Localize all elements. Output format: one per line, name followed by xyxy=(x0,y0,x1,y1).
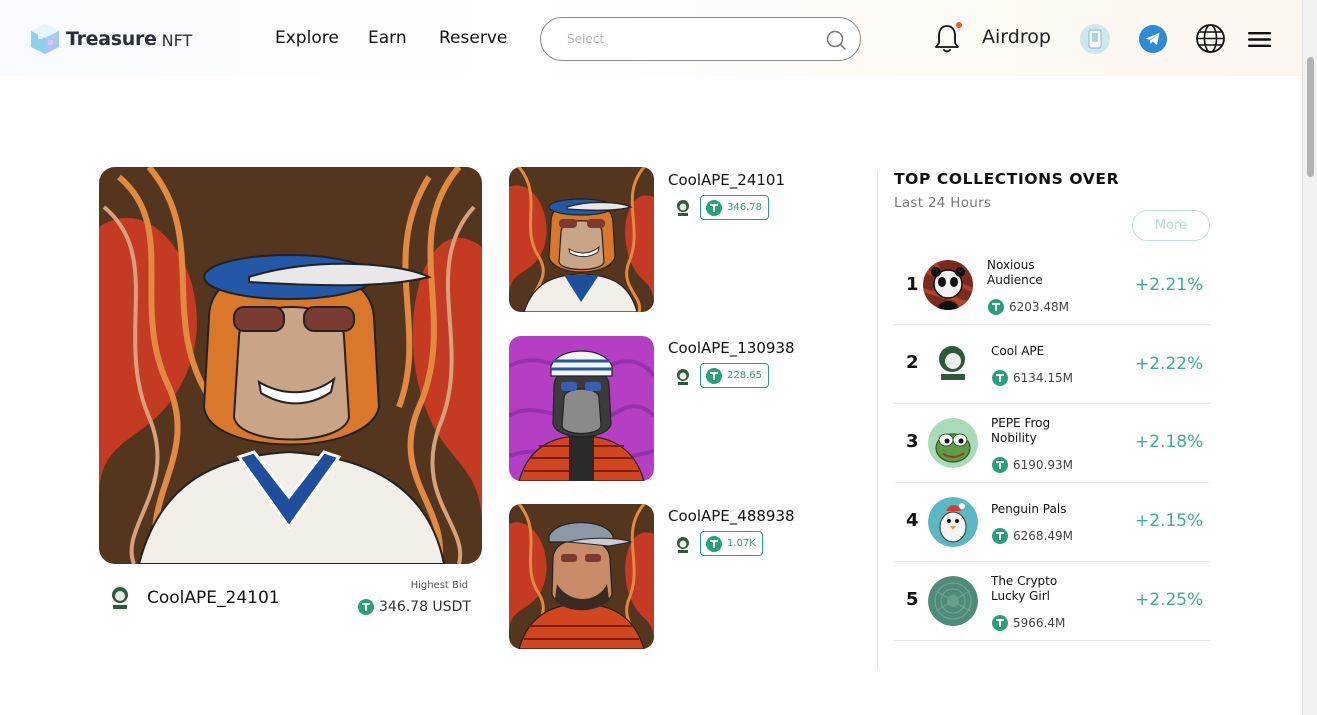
collection-avatar xyxy=(928,418,978,468)
collection-name[interactable]: Penguin Pals xyxy=(991,502,1081,517)
volume-value: 6203.48M xyxy=(1009,300,1069,314)
collection-avatar xyxy=(923,260,973,310)
telegram-icon[interactable] xyxy=(1139,25,1167,53)
usdt-icon xyxy=(358,599,374,615)
nft-name[interactable]: CoolAPE_130938 xyxy=(668,339,795,357)
collection-name[interactable]: Noxious Audience xyxy=(987,258,1077,288)
collection-name[interactable]: The Crypto Lucky Girl xyxy=(991,574,1081,604)
collection-row[interactable]: 3 PEPE Frog Nobility 6190.93M +2.18% xyxy=(894,404,1210,483)
highest-bid-amount: 346.78 USDT xyxy=(379,599,471,615)
search-box[interactable] xyxy=(540,17,861,61)
rank-number: 3 xyxy=(906,431,919,452)
owner-avatar[interactable] xyxy=(104,582,136,614)
logo-suffix: NFT xyxy=(161,31,193,50)
creator-avatar xyxy=(672,366,694,388)
usdt-icon xyxy=(992,615,1008,631)
top-collections-title: TOP COLLECTIONS OVER xyxy=(894,170,1120,188)
creator-avatar xyxy=(672,534,694,556)
change-percent: +2.25% xyxy=(1135,590,1204,610)
top-nav-bar: Treasure NFT Explore Earn Reserve Airdro… xyxy=(0,0,1302,76)
collection-volume: 6268.49M xyxy=(992,528,1073,544)
featured-nft-image[interactable] xyxy=(99,167,482,564)
collection-name[interactable]: Cool APE xyxy=(991,344,1081,359)
volume-value: 5966.4M xyxy=(1013,616,1066,630)
usdt-icon xyxy=(992,457,1008,473)
price-badge: 346.78 xyxy=(700,195,769,220)
volume-value: 6268.49M xyxy=(1013,529,1073,543)
bell-icon[interactable] xyxy=(932,22,962,54)
treasure-logo[interactable]: Treasure NFT xyxy=(28,22,192,56)
change-percent: +2.21% xyxy=(1135,275,1204,295)
nav-earn[interactable]: Earn xyxy=(368,28,407,48)
nft-thumbnail[interactable] xyxy=(509,336,654,481)
rank-number: 2 xyxy=(906,352,919,373)
change-percent: +2.15% xyxy=(1135,511,1204,531)
price-badge: 1.07K xyxy=(700,531,763,556)
collection-volume: 6190.93M xyxy=(992,457,1073,473)
collection-row[interactable]: 1 Noxious Audience 6203.48M +2.21% xyxy=(894,246,1210,325)
creator-avatar xyxy=(672,197,694,219)
wallet-icon[interactable] xyxy=(1080,24,1110,54)
collection-volume: 5966.4M xyxy=(992,615,1065,631)
search-icon[interactable] xyxy=(825,29,847,51)
hamburger-menu-icon[interactable] xyxy=(1248,31,1271,48)
section-divider xyxy=(877,170,878,670)
nft-price: 1.07K xyxy=(727,538,756,549)
nft-name[interactable]: CoolAPE_488938 xyxy=(668,507,795,525)
change-percent: +2.22% xyxy=(1135,354,1204,374)
nft-thumbnail[interactable] xyxy=(509,504,654,649)
highest-bid-label: Highest Bid xyxy=(410,580,468,591)
collection-row[interactable]: 5 The Crypto Lucky Girl 5966.4M +2.25% xyxy=(894,562,1210,641)
usdt-icon xyxy=(706,535,722,552)
change-percent: +2.18% xyxy=(1135,432,1204,452)
collection-volume: 6134.15M xyxy=(992,370,1073,386)
nft-price: 228.65 xyxy=(727,370,762,381)
globe-icon[interactable] xyxy=(1195,23,1226,54)
logo-text: Treasure xyxy=(66,28,157,50)
rank-number: 5 xyxy=(906,589,919,610)
nav-explore[interactable]: Explore xyxy=(275,28,339,48)
collection-row[interactable]: 4 Penguin Pals 6268.49M +2.15% xyxy=(894,483,1210,562)
search-input[interactable] xyxy=(567,29,807,49)
rank-number: 4 xyxy=(906,510,919,531)
top-collections-subtitle: Last 24 Hours xyxy=(894,195,992,211)
collection-avatar xyxy=(928,576,978,626)
collection-name[interactable]: PEPE Frog Nobility xyxy=(991,416,1081,446)
nft-price: 346.78 xyxy=(727,202,762,213)
usdt-icon xyxy=(992,528,1008,544)
highest-bid-value: 346.78 USDT xyxy=(358,599,471,615)
usdt-icon xyxy=(706,367,722,384)
usdt-icon xyxy=(988,299,1004,315)
cube-logo-icon xyxy=(31,24,59,54)
price-badge: 228.65 xyxy=(700,363,769,388)
usdt-icon xyxy=(706,199,722,216)
scrollbar-thumb[interactable] xyxy=(1307,57,1314,177)
collection-volume: 6203.48M xyxy=(988,299,1069,315)
nft-name[interactable]: CoolAPE_24101 xyxy=(668,171,785,189)
collection-avatar xyxy=(928,339,978,389)
rank-number: 1 xyxy=(906,274,919,295)
volume-value: 6134.15M xyxy=(1013,371,1073,385)
nft-thumbnail[interactable] xyxy=(509,167,654,312)
airdrop-link[interactable]: Airdrop xyxy=(982,26,1051,48)
nav-reserve[interactable]: Reserve xyxy=(439,28,507,48)
collection-row[interactable]: 2 Cool APE 6134.15M +2.22% xyxy=(894,325,1210,404)
usdt-icon xyxy=(992,370,1008,386)
more-button[interactable]: More xyxy=(1132,210,1210,241)
volume-value: 6190.93M xyxy=(1013,458,1073,472)
page-scrollbar[interactable] xyxy=(1302,0,1317,715)
collection-avatar xyxy=(928,497,978,547)
owner-name[interactable]: CoolAPE_24101 xyxy=(147,588,280,608)
